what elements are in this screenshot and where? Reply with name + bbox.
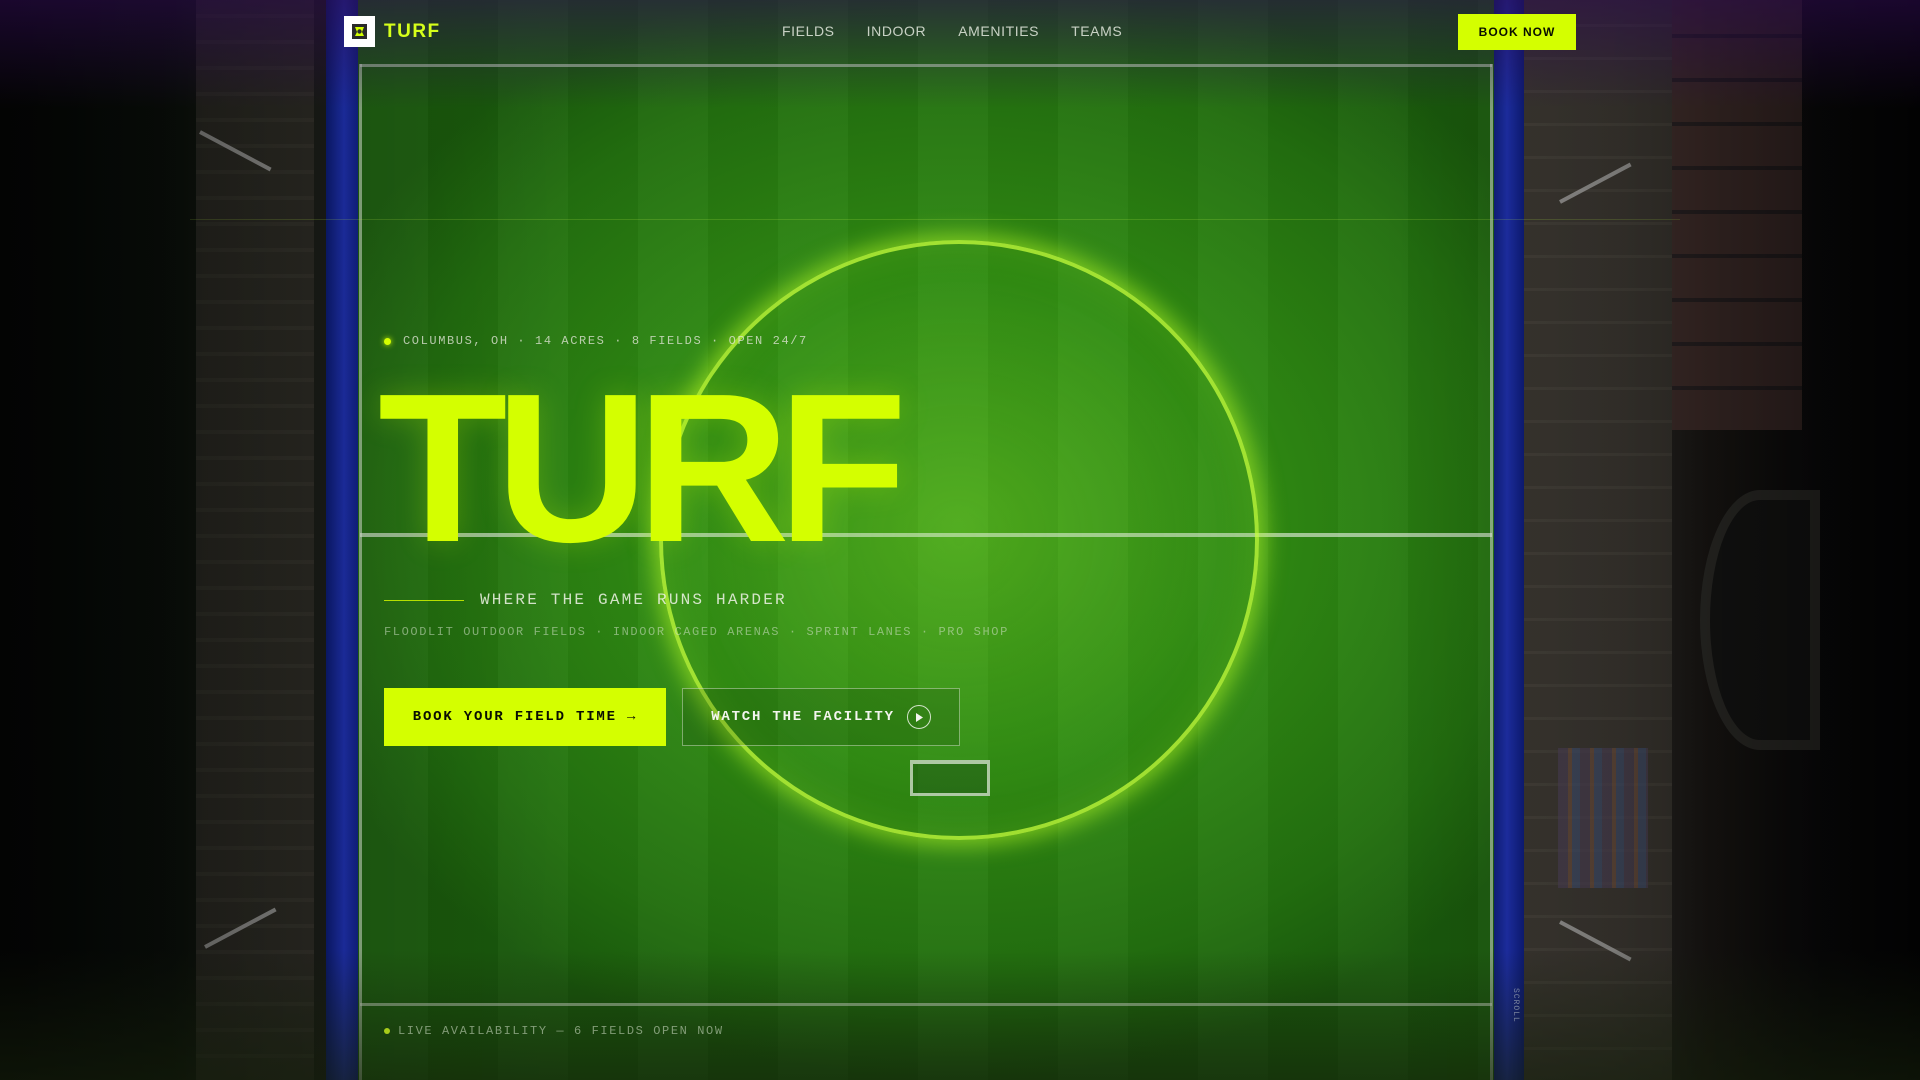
brand-name: TURF <box>384 20 441 42</box>
brand-logo[interactable]: TURF <box>344 16 441 47</box>
live-dot-icon <box>384 1028 390 1034</box>
location-meta: COLUMBUS, OH · 14 ACRES · 8 FIELDS · OPE… <box>384 334 808 348</box>
hero-title: TURF <box>378 349 907 586</box>
location-meta-text: COLUMBUS, OH · 14 ACRES · 8 FIELDS · OPE… <box>403 334 808 348</box>
vignette-overlay <box>0 0 1920 1080</box>
nav-link-indoor[interactable]: INDOOR <box>867 23 927 39</box>
nav-link-teams[interactable]: TEAMS <box>1071 23 1122 39</box>
nav-link-amenities[interactable]: AMENITIES <box>958 23 1039 39</box>
nav-link-fields[interactable]: FIELDS <box>782 23 835 39</box>
watch-facility-button[interactable]: WATCH THE FACILITY <box>682 688 960 746</box>
watch-facility-label: WATCH THE FACILITY <box>711 709 895 725</box>
live-availability-text: LIVE AVAILABILITY — 6 FIELDS OPEN NOW <box>398 1024 724 1038</box>
scroll-indicator[interactable]: SCROLL <box>1506 988 1520 1030</box>
book-field-time-button[interactable]: BOOK YOUR FIELD TIME → <box>384 688 666 746</box>
top-nav: TURF FIELDS INDOOR AMENITIES TEAMS BOOK … <box>0 0 1920 64</box>
nav-links: FIELDS INDOOR AMENITIES TEAMS <box>782 23 1122 39</box>
play-icon <box>906 705 931 729</box>
tagline-rule <box>384 599 464 601</box>
book-now-button[interactable]: BOOK NOW <box>1458 14 1576 50</box>
live-availability: LIVE AVAILABILITY — 6 FIELDS OPEN NOW <box>384 1024 724 1038</box>
tagline: WHERE THE GAME RUNS HARDER <box>480 591 787 609</box>
feature-list: FLOODLIT OUTDOOR FIELDS · INDOOR CAGED A… <box>384 625 1009 639</box>
tagline-row: WHERE THE GAME RUNS HARDER <box>384 591 787 609</box>
status-dot-icon <box>384 337 391 345</box>
hero-background <box>0 0 1920 1080</box>
turf-logo-icon <box>344 16 375 47</box>
